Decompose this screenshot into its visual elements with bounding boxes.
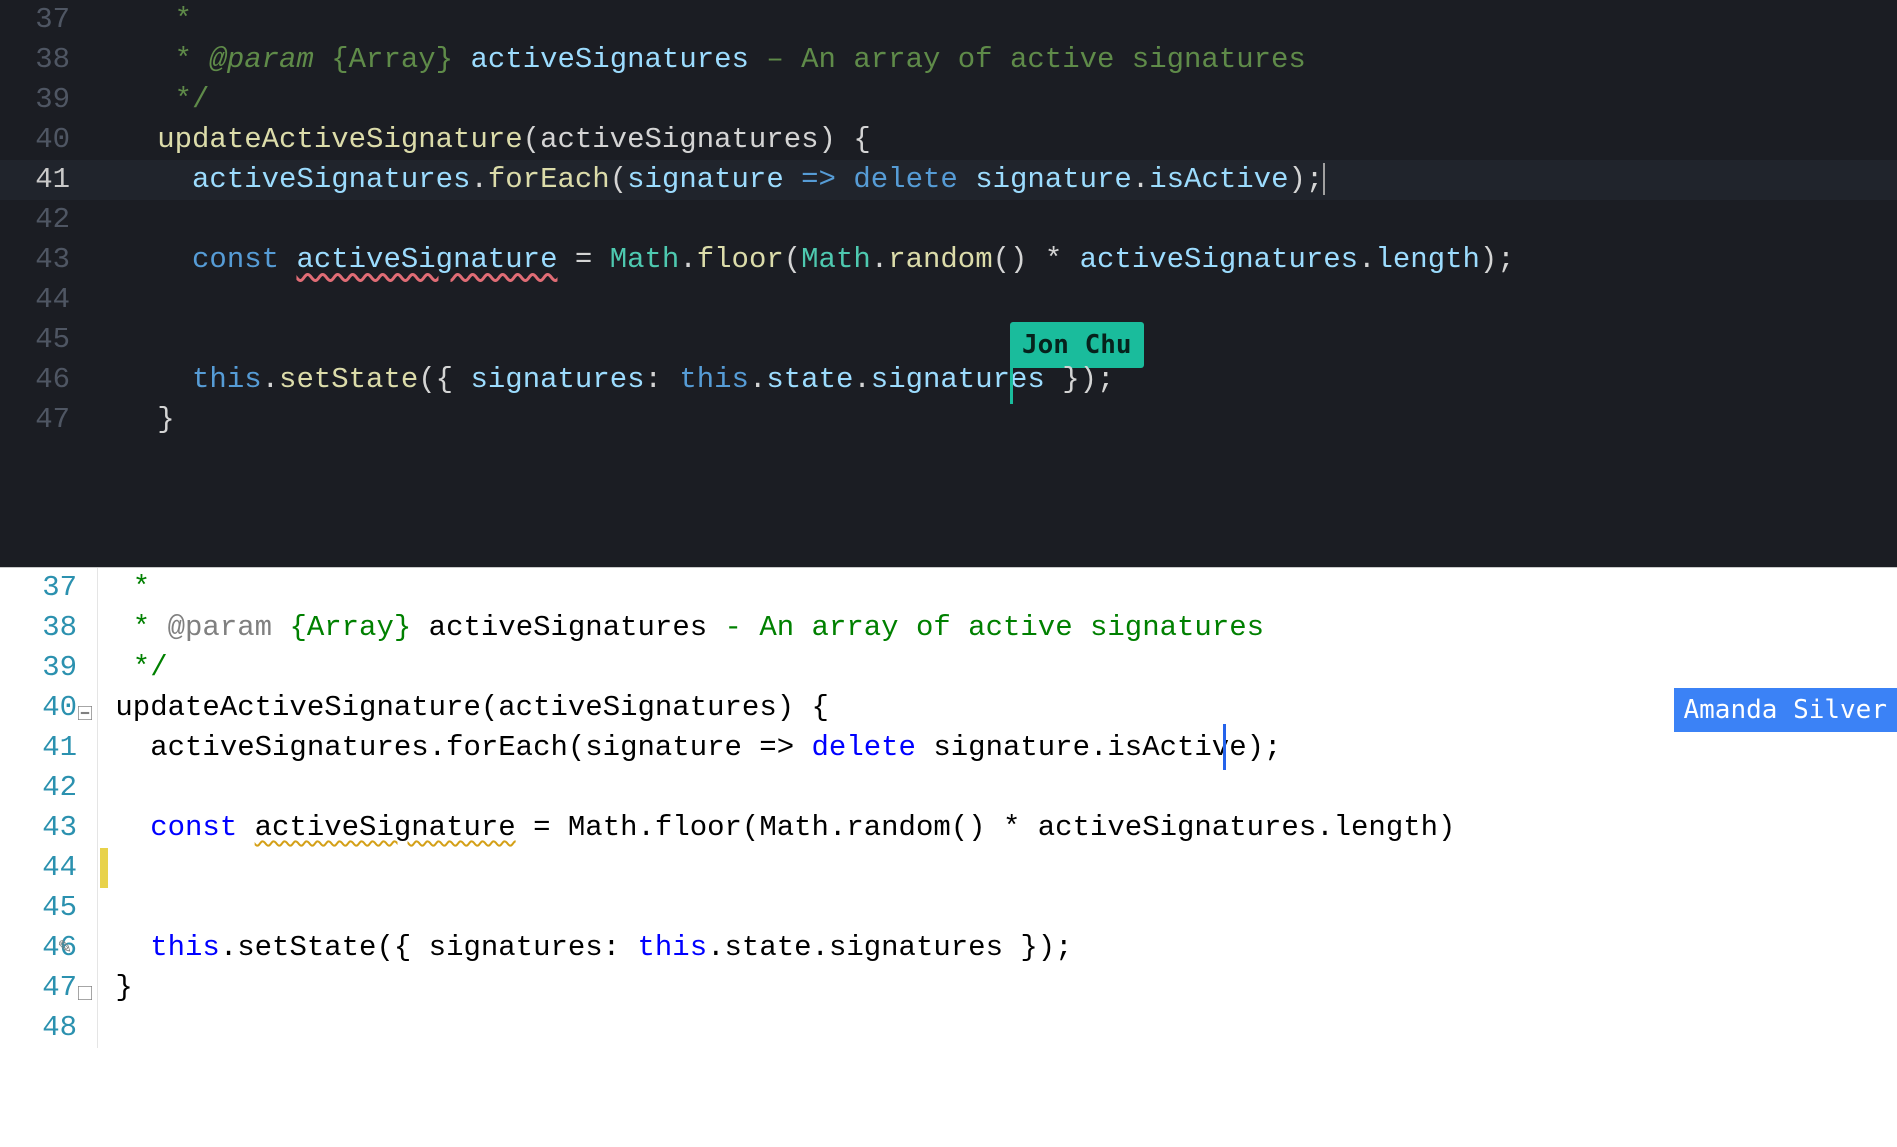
code-line[interactable]: 47 }	[0, 400, 1897, 440]
modified-indicator	[100, 848, 108, 888]
code-line[interactable]: 39 */	[0, 648, 1897, 688]
fold-collapse-icon[interactable]	[78, 696, 94, 712]
line-number: 39	[0, 80, 105, 120]
code-line[interactable]: 47 }	[0, 968, 1897, 1008]
line-number: 47	[0, 400, 105, 440]
code-line[interactable]: 38 * @param {Array} activeSignatures - A…	[0, 608, 1897, 648]
editor-pane-light[interactable]: 37 * 38 * @param {Array} activeSignature…	[0, 567, 1897, 1147]
lint-warning[interactable]: activeSignature	[255, 811, 516, 844]
code-line[interactable]: 45	[0, 888, 1897, 928]
code-line[interactable]: 44	[0, 848, 1897, 888]
edit-pencil-icon[interactable]: ✎	[58, 928, 71, 968]
code-line[interactable]: 43 const activeSignature = Math.floor(Ma…	[0, 240, 1897, 280]
line-number: 44	[0, 280, 105, 320]
line-number: 45	[0, 320, 105, 360]
line-number: 46	[0, 360, 105, 400]
line-number: 42	[0, 768, 98, 808]
line-number: 37	[0, 0, 105, 40]
line-number: 39	[0, 648, 98, 688]
text-cursor	[1323, 163, 1325, 195]
editor-pane-dark[interactable]: I 37 * 38 * @param {Array} activeSignatu…	[0, 0, 1897, 567]
collaborator-cursor	[1223, 724, 1226, 770]
line-number: 37	[0, 568, 98, 608]
line-number: 42	[0, 200, 105, 240]
line-number: 46	[0, 928, 98, 968]
collaborator-badge[interactable]: Amanda Silver	[1674, 688, 1897, 732]
code-line[interactable]: 42	[0, 200, 1897, 240]
line-number: 45	[0, 888, 98, 928]
line-number: 41	[0, 728, 98, 768]
collaborator-cursor	[1010, 356, 1013, 404]
line-number: 48	[0, 1008, 98, 1048]
line-number: 38	[0, 608, 98, 648]
line-number: 41	[0, 160, 105, 200]
code-line-active[interactable]: 41 activeSignatures.forEach(signature =>…	[0, 160, 1897, 200]
code-line[interactable]: 39 */	[0, 80, 1897, 120]
comment: *	[122, 3, 192, 36]
code-line[interactable]: 37 *	[0, 0, 1897, 40]
code-line[interactable]: 45 Jon Chu	[0, 320, 1897, 360]
code-line[interactable]: 46 this.setState({ signatures: this.stat…	[0, 360, 1897, 400]
code-line[interactable]: 40 updateActiveSignature(activeSignature…	[0, 688, 1897, 728]
code-line[interactable]: 37 *	[0, 568, 1897, 608]
code-line[interactable]: 43 const activeSignature = Math.floor(Ma…	[0, 808, 1897, 848]
line-number: 38	[0, 40, 105, 80]
lint-error[interactable]: activeSignature	[296, 243, 557, 276]
code-line[interactable]: ✎ 46 this.setState({ signatures: this.st…	[0, 928, 1897, 968]
line-number: 40	[0, 120, 105, 160]
code-line[interactable]: 42	[0, 768, 1897, 808]
code-line[interactable]: 41 activeSignatures.forEach(signature =>…	[0, 728, 1897, 768]
code-line[interactable]: 38 * @param {Array} activeSignatures – A…	[0, 40, 1897, 80]
line-number: 43	[0, 240, 105, 280]
code-line[interactable]: 44	[0, 280, 1897, 320]
line-number: 43	[0, 808, 98, 848]
code-line[interactable]: 40 updateActiveSignature(activeSignature…	[0, 120, 1897, 160]
line-number: 44	[0, 848, 98, 888]
fold-end-icon[interactable]	[78, 976, 94, 992]
code-line[interactable]: 48	[0, 1008, 1897, 1048]
